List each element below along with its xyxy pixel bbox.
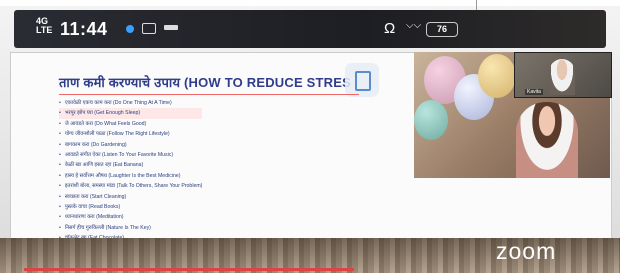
balloon: [478, 54, 516, 98]
list-item: केळी खा आणि हसत रहा (Eat Banana): [59, 160, 202, 170]
slide-title: ताण कमी करण्याचे उपाय (HOW TO REDUCE STR…: [59, 75, 351, 90]
list-item: आवडते संगीत ऐका (Listen To Your Favorite…: [59, 150, 202, 160]
list-item: बागकाम करा (Do Gardening): [59, 140, 202, 150]
clock-time: 11:44: [60, 19, 108, 39]
participant-name: Kavita: [525, 89, 543, 95]
divider-tick: [476, 0, 477, 10]
progress-strip: [24, 268, 354, 271]
list-item: एकावेळी एकच काम करा (Do One Thing At A T…: [59, 98, 202, 108]
title-underline: [59, 94, 359, 95]
balloon: [414, 100, 448, 140]
headphones-icon: Ω: [384, 20, 396, 37]
tips-list: एकावेळी एकच काम करा (Do One Thing At A T…: [59, 98, 203, 243]
signal-icon: 4G LTE: [36, 16, 53, 35]
zoom-logo: zoom: [496, 238, 557, 264]
wifi-icon: ⌵⌵: [406, 20, 422, 31]
list-item: निसर्ग हीच गुरुकिल्ली (Nature Is The Key…: [59, 223, 202, 233]
list-item: ध्यानधारणा करा (Meditation): [59, 212, 202, 222]
top-edge: [0, 0, 620, 6]
status-bar: 4G LTE 11:44 Ω ⌵⌵ 76: [14, 10, 606, 48]
notification-icon: [164, 25, 178, 30]
list-item: इतरांशी बोला, समस्या मांडा (Talk To Othe…: [59, 181, 203, 191]
video-tile-self[interactable]: Kavita: [514, 52, 612, 98]
message-icon: [142, 23, 156, 34]
list-item: जे आवडते करा (Do What Feels Good): [59, 119, 202, 129]
list-item: स्वच्छता करा (Start Cleaning): [59, 192, 202, 202]
participant-video: [516, 102, 578, 178]
list-item: हास्य हे सर्वोत्तम औषध (Laughter Is the …: [59, 171, 202, 181]
app-logo-icon: [345, 63, 379, 97]
list-item: भरपूर झोप घ्या (Get Enough Sleep): [59, 108, 203, 119]
location-dot-icon: [126, 25, 134, 33]
list-item: पुस्तके वाचा (Read Books): [59, 202, 202, 212]
list-item: योग्य जीवनशैली पाळा (Follow The Right Li…: [59, 129, 202, 139]
battery-icon: 76: [426, 22, 458, 37]
participant-video-small: [549, 59, 575, 95]
